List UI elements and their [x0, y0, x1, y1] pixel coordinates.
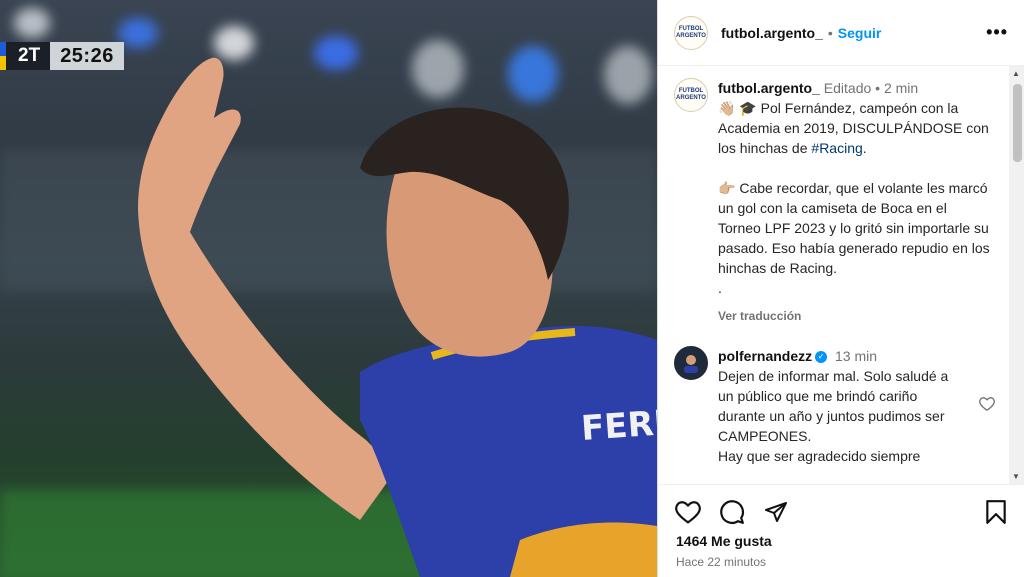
comment-icon[interactable] [719, 499, 745, 525]
jersey-name: FERN [580, 402, 657, 449]
match-half: 2T [6, 42, 51, 70]
match-clock: 25:26 [50, 42, 124, 70]
comment-text-2: Hay que ser agradecido siempre [718, 448, 921, 464]
author-avatar[interactable]: FUTBOL ARGENTO [674, 15, 708, 50]
action-bar: 1464 Me gusta Hace 22 minutos [658, 484, 1024, 577]
comment-like-heart-icon[interactable] [979, 396, 995, 415]
verified-icon: ✓ [815, 351, 828, 364]
scroll-down-icon[interactable]: ▼ [1012, 472, 1020, 481]
more-icon[interactable]: ••• [986, 22, 1008, 43]
post-header: FUTBOL ARGENTO futbol.argento_ • Seguir … [658, 0, 1024, 66]
author-logo: FUTBOL ARGENTO [676, 25, 706, 39]
caption-row: FUTBOL ARGENTO futbol.argento_ Editado •… [658, 66, 1009, 326]
caption-logo: FUTBOL ARGENTO [676, 88, 706, 101]
comment-body: polfernandezz ✓ 13 min Dejen de informar … [718, 346, 958, 466]
scrollbar-thumb[interactable] [1013, 84, 1022, 162]
caption-username[interactable]: futbol.argento_ [718, 80, 820, 96]
comments-list[interactable]: FUTBOL ARGENTO futbol.argento_ Editado •… [658, 66, 1009, 484]
post-media[interactable]: FERN 2T 25:26 [0, 0, 657, 577]
heart-icon[interactable] [675, 500, 701, 524]
scroll-up-icon[interactable]: ▲ [1012, 69, 1020, 78]
commenter-avatar[interactable] [674, 346, 708, 380]
caption-emoji-1: 👋🏼 🎓 [718, 100, 757, 116]
post-sidebar: FUTBOL ARGENTO futbol.argento_ • Seguir … [657, 0, 1024, 577]
player-illustration: FERN [138, 57, 657, 577]
caption-avatar[interactable]: FUTBOL ARGENTO [674, 78, 708, 112]
caption-text-3: . [718, 280, 722, 296]
hashtag-link[interactable]: #Racing [811, 140, 862, 156]
caption-edited: Editado [823, 80, 872, 96]
comment-row: polfernandezz ✓ 13 min Dejen de informar … [658, 326, 1009, 466]
see-translation-link[interactable]: Ver traducción [718, 306, 993, 326]
separator-dot: • [827, 24, 833, 41]
caption-time[interactable]: 2 min [884, 80, 918, 96]
caption-period: . [862, 140, 867, 156]
author-username[interactable]: futbol.argento_ [721, 25, 823, 41]
caption-text-2: Cabe recordar, que el volante les marcó … [718, 180, 990, 276]
bookmark-icon[interactable] [985, 499, 1007, 525]
comment-time[interactable]: 13 min [835, 348, 877, 364]
share-icon[interactable] [763, 500, 789, 524]
person-icon [684, 355, 698, 373]
caption-emoji-2: 👉🏼 [718, 180, 736, 196]
follow-button[interactable]: Seguir [838, 25, 882, 41]
likes-count[interactable]: 1464 Me gusta [658, 525, 1024, 549]
caption-body: futbol.argento_ Editado • 2 min 👋🏼 🎓 Pol… [718, 78, 993, 326]
separator-dot: • [875, 80, 881, 96]
action-icons [658, 485, 1024, 525]
post-timestamp[interactable]: Hace 22 minutos [658, 549, 1024, 569]
scoreboard: 2T 25:26 [0, 42, 124, 70]
comment-text-1: Dejen de informar mal. Solo saludé a un … [718, 368, 949, 444]
commenter-username[interactable]: polfernandezz [718, 348, 812, 364]
comments-scrollbar[interactable]: ▲ ▼ [1009, 66, 1024, 484]
